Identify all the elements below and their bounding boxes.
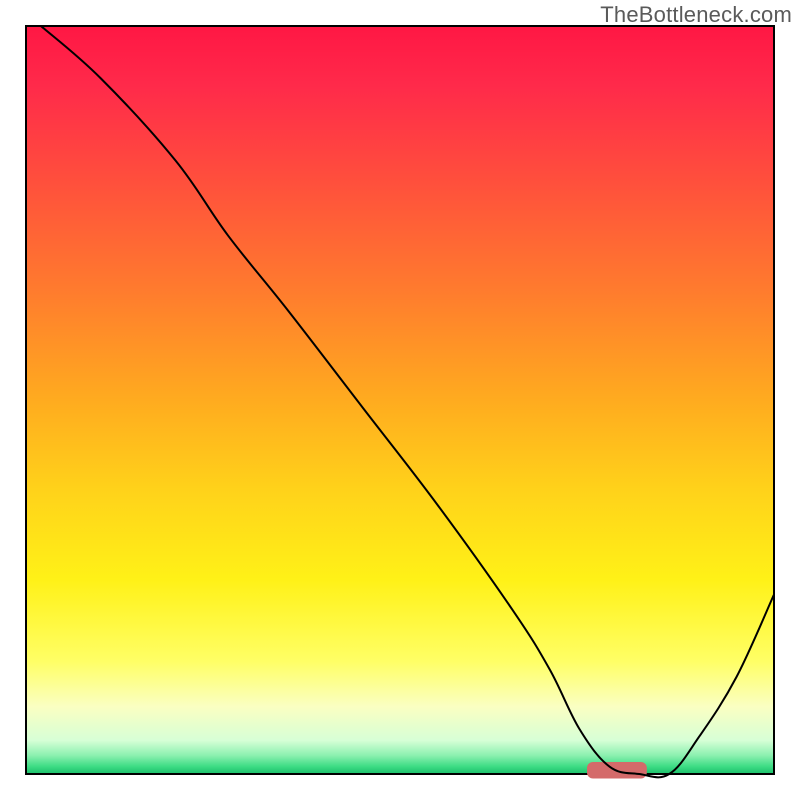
chart-svg xyxy=(0,0,800,800)
plot-background xyxy=(26,26,774,774)
chart-stage: TheBottleneck.com xyxy=(0,0,800,800)
